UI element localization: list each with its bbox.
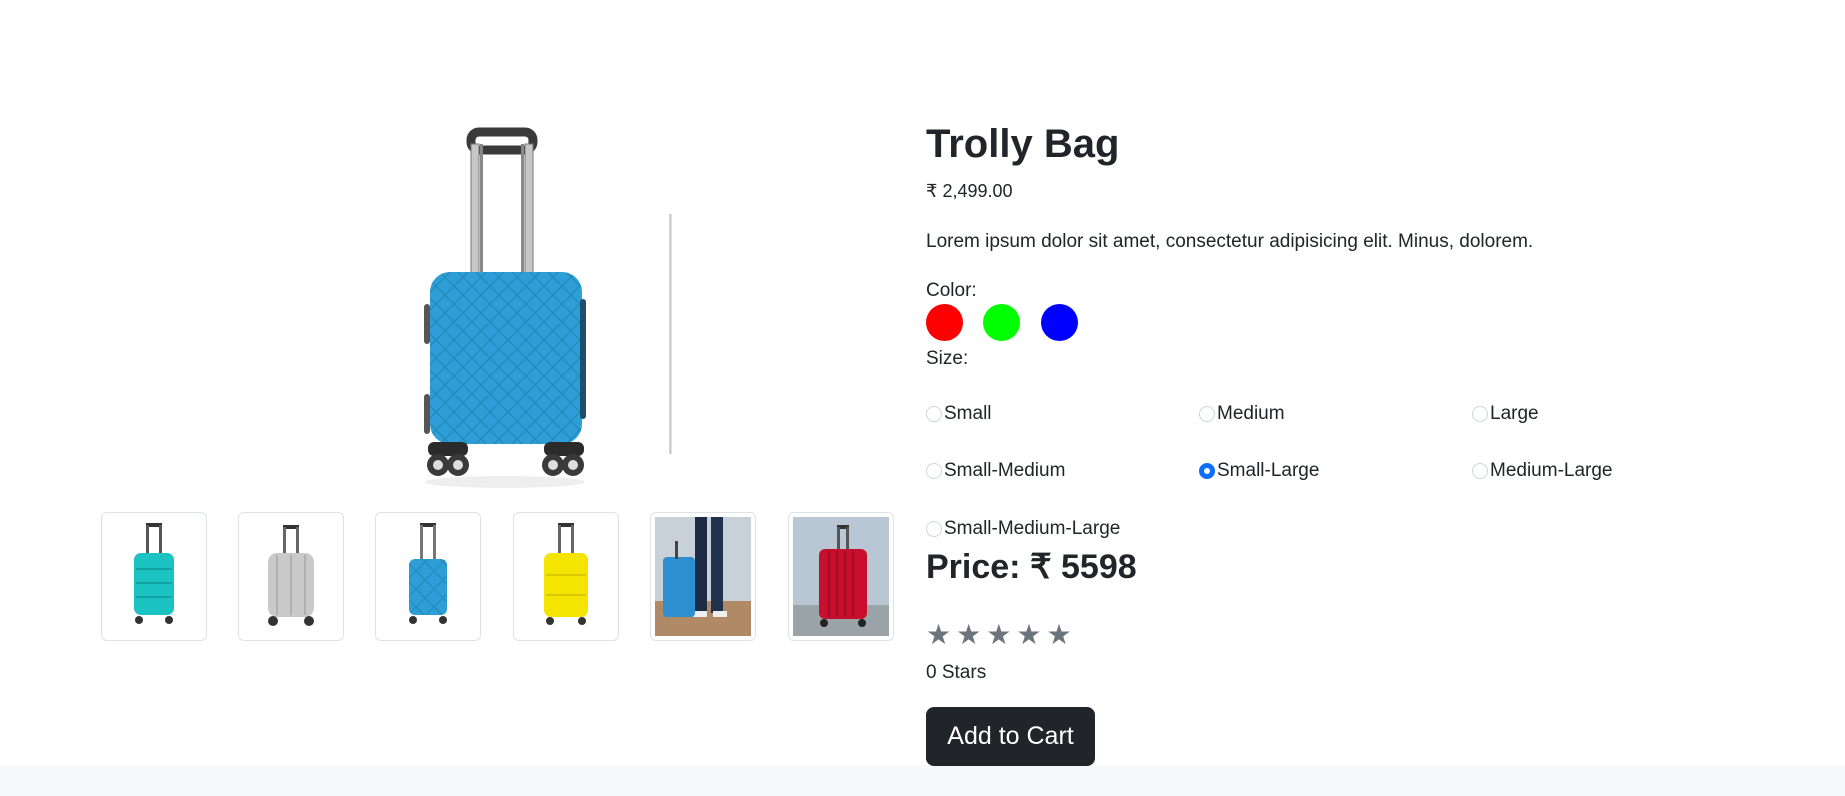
size-option-small-medium[interactable]: Small-Medium bbox=[926, 458, 1065, 484]
color-label: Color: bbox=[926, 280, 977, 301]
rating-count: 0 Stars bbox=[926, 662, 987, 683]
main-product-image bbox=[400, 124, 680, 494]
size-option-small[interactable]: Small bbox=[926, 401, 992, 427]
thumbnail-person-with-suitcase[interactable] bbox=[650, 512, 756, 641]
thumbnail-teal-suitcase[interactable] bbox=[101, 512, 207, 641]
thumbnail-silver-suitcase[interactable] bbox=[238, 512, 344, 641]
star-rating: ★ ★ ★ ★ ★ bbox=[926, 618, 1072, 652]
footer-band bbox=[0, 766, 1845, 796]
thumbnail-blue-suitcase[interactable] bbox=[375, 512, 481, 641]
color-swatch-blue[interactable] bbox=[1041, 304, 1078, 341]
color-swatch-red[interactable] bbox=[926, 304, 963, 341]
color-swatch-green[interactable] bbox=[983, 304, 1020, 341]
total-price: Price: ₹ 5598 bbox=[926, 548, 1137, 586]
size-radio[interactable] bbox=[1472, 463, 1488, 479]
product-description: Lorem ipsum dolor sit amet, consectetur … bbox=[926, 231, 1534, 252]
size-label: Size: bbox=[926, 348, 969, 369]
list-price: ₹ 2,499.00 bbox=[926, 181, 1013, 201]
product-title: Trolly Bag bbox=[926, 122, 1120, 166]
size-option-small-large[interactable]: Small-Large bbox=[1199, 458, 1319, 484]
size-option-small-medium-large[interactable]: Small-Medium-Large bbox=[926, 516, 1120, 542]
thumbnail-red-suitcase[interactable] bbox=[788, 512, 894, 641]
star-icon[interactable]: ★ bbox=[986, 618, 1011, 652]
size-radio[interactable] bbox=[926, 521, 942, 537]
size-radio[interactable] bbox=[926, 463, 942, 479]
add-to-cart-button[interactable]: Add to Cart bbox=[926, 707, 1095, 766]
star-icon[interactable]: ★ bbox=[1046, 618, 1071, 652]
star-icon[interactable]: ★ bbox=[956, 618, 981, 652]
size-option-large[interactable]: Large bbox=[1472, 401, 1539, 427]
size-radio[interactable] bbox=[926, 406, 942, 422]
size-radio[interactable] bbox=[1199, 406, 1215, 422]
size-option-medium[interactable]: Medium bbox=[1199, 401, 1285, 427]
size-option-medium-large[interactable]: Medium-Large bbox=[1472, 458, 1613, 484]
size-radio[interactable] bbox=[1472, 406, 1488, 422]
thumbnail-yellow-suitcase[interactable] bbox=[513, 512, 619, 641]
size-radio[interactable] bbox=[1199, 463, 1215, 479]
star-icon[interactable]: ★ bbox=[926, 618, 951, 652]
star-icon[interactable]: ★ bbox=[1016, 618, 1041, 652]
